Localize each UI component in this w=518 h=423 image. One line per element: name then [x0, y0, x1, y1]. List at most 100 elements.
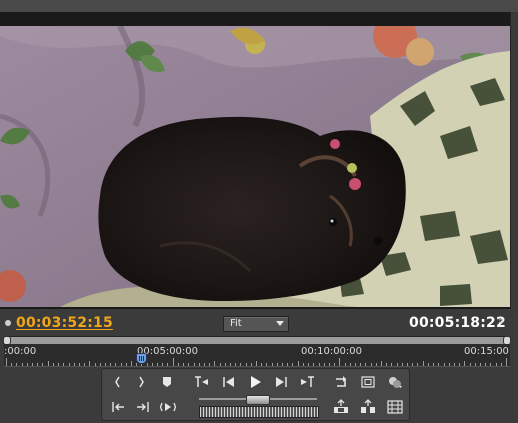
lift-icon[interactable]: [331, 398, 351, 416]
ruler-tick: [266, 363, 268, 366]
go-to-in-icon[interactable]: [191, 373, 211, 391]
ruler-tick: [245, 363, 247, 366]
monitor-scroll-gutter: [510, 12, 518, 312]
ruler-tick: [297, 361, 299, 366]
ruler-tick: [209, 363, 211, 366]
ruler-tick: [412, 363, 414, 366]
ruler-tick: [94, 363, 96, 366]
ruler-tick: [21, 363, 23, 366]
playhead-icon[interactable]: [136, 353, 147, 364]
ruler-tick: [391, 363, 393, 366]
ruler-tick: [485, 363, 487, 366]
playhead[interactable]: [136, 353, 147, 365]
ruler-tick: [162, 363, 164, 366]
ruler-tick: [417, 363, 419, 366]
ruler-tick: [193, 363, 195, 366]
ruler-tick: [104, 363, 106, 366]
export-frame-icon[interactable]: [385, 398, 405, 416]
ruler-tick: [360, 363, 362, 366]
ruler-tick: [401, 363, 403, 366]
shuttle-control[interactable]: [199, 406, 319, 418]
ruler-tick: [32, 363, 34, 366]
ruler-tick: [323, 363, 325, 366]
ruler-tick: [151, 363, 153, 366]
ruler-tick: [120, 363, 122, 366]
ruler-tick: [219, 363, 221, 366]
ruler-tick: [172, 358, 174, 366]
ruler-tick: [313, 363, 315, 366]
mark-out-icon[interactable]: [131, 373, 151, 391]
ruler-tick: [448, 363, 450, 366]
step-forward-icon[interactable]: [272, 373, 292, 391]
loop-icon[interactable]: [331, 373, 351, 391]
ruler-tick: [42, 363, 44, 366]
play-icon[interactable]: [245, 373, 265, 391]
ruler-tick: [282, 363, 284, 366]
ruler-tick: [453, 363, 455, 366]
monitor-controls: 00:03:52:15 Fit 00:05:18:22 ⌗ :00:00 00:…: [0, 309, 518, 423]
mark-in-icon[interactable]: [108, 373, 128, 391]
ruler-tick: [349, 363, 351, 366]
ruler-tick: [240, 363, 242, 366]
transport-controls: [101, 368, 410, 421]
ruler-tick: [479, 363, 481, 366]
ruler-tick: [422, 361, 424, 366]
monitor-frame: [0, 12, 518, 309]
ruler-tick: [464, 361, 466, 366]
ruler-tick: [198, 363, 200, 366]
marker-icon[interactable]: [157, 373, 177, 391]
ruler-tick: [16, 363, 18, 366]
ruler-tick: [344, 363, 346, 366]
time-ruler[interactable]: :00:00 00:05:00:00 00:10:00:00 00:15:00: [4, 344, 510, 367]
step-back-icon[interactable]: [218, 373, 238, 391]
ruler-tick: [52, 363, 54, 366]
video-frame-image: [0, 26, 510, 307]
current-timecode[interactable]: 00:03:52:15: [16, 315, 113, 331]
jog-knob[interactable]: [246, 395, 270, 405]
ruler-label: :00:00: [4, 346, 37, 357]
ruler-tick: [157, 363, 159, 366]
ruler-tick: [328, 363, 330, 366]
ruler-tick: [125, 363, 127, 366]
ruler-tick: [396, 363, 398, 366]
ruler-tick: [183, 363, 185, 366]
ruler-tick: [115, 363, 117, 366]
settings-menu-icon[interactable]: ⌗: [497, 318, 505, 327]
ruler-tick: [37, 363, 39, 366]
play-in-to-out-icon[interactable]: [158, 398, 178, 416]
ruler-tick: [99, 363, 101, 366]
zoom-select[interactable]: Fit: [223, 316, 289, 332]
ruler-tick: [256, 361, 257, 366]
ruler-tick: [177, 363, 179, 366]
ruler-label: 00:10:00:00: [301, 346, 363, 357]
ruler-tick: [214, 361, 216, 366]
ruler-tick: [334, 363, 336, 366]
ruler-tick: [354, 363, 356, 366]
ruler-tick: [110, 363, 112, 366]
go-to-out-icon[interactable]: [298, 373, 318, 391]
safe-margins-icon[interactable]: [358, 373, 378, 391]
ruler-tick: [287, 363, 289, 366]
jog-slider[interactable]: [199, 395, 317, 405]
ruler-tick: [500, 363, 502, 366]
video-preview: [0, 26, 510, 307]
ruler-tick: [26, 363, 28, 366]
ruler-tick: [302, 363, 304, 366]
ruler-tick: [381, 361, 382, 366]
output-icon[interactable]: [385, 373, 405, 391]
ruler-tick: [339, 358, 341, 366]
zoom-select-value: Fit: [230, 318, 242, 329]
ruler-tick: [365, 363, 367, 366]
ruler-tick: [84, 363, 86, 366]
ruler-tick: [427, 363, 429, 366]
ruler-tick: [271, 363, 273, 366]
clear-out-icon[interactable]: [133, 398, 153, 416]
ruler-tick: [89, 361, 91, 366]
ruler-tick: [308, 363, 310, 366]
clear-in-icon[interactable]: [108, 398, 128, 416]
extract-icon[interactable]: [358, 398, 378, 416]
ruler-tick: [318, 363, 320, 366]
ruler-tick: [6, 358, 7, 366]
ruler-tick: [167, 363, 169, 366]
ruler-tick: [203, 363, 205, 366]
